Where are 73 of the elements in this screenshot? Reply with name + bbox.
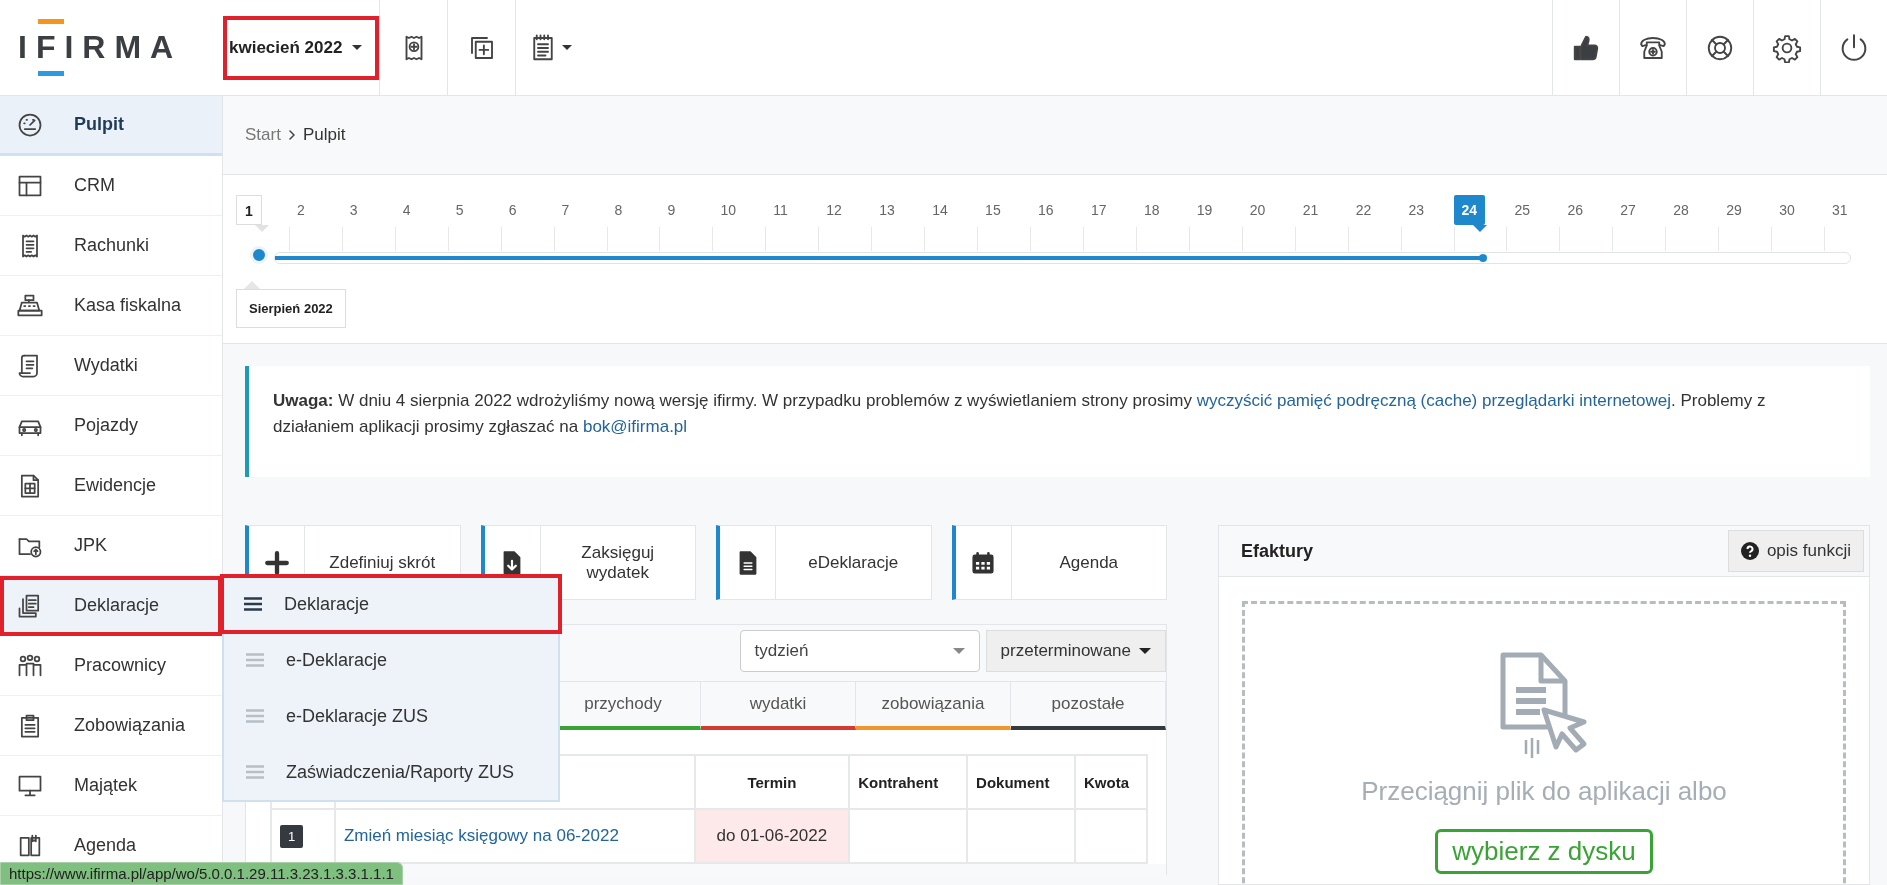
column-header: Kontrahent	[849, 755, 968, 809]
period-select[interactable]: tydzień	[739, 630, 980, 672]
day-label[interactable]: 2	[288, 194, 313, 225]
day-label[interactable]: 4	[394, 194, 419, 225]
file-cursor-icon	[1499, 652, 1589, 760]
list-icon	[246, 709, 264, 723]
plus-icon	[263, 549, 290, 576]
day-label[interactable]: 22	[1347, 194, 1380, 225]
day-label[interactable]: 19	[1188, 194, 1221, 225]
sidebar-item[interactable]: Deklaracje	[0, 576, 222, 636]
question-icon	[1740, 542, 1759, 560]
day-label[interactable]: 11	[765, 194, 796, 225]
day-label[interactable]: 6	[500, 194, 525, 225]
day-label[interactable]: 1	[236, 194, 262, 225]
caret-icon	[352, 45, 363, 50]
shortcut-button[interactable]: Agenda	[951, 525, 1167, 600]
drop-zone[interactable]: Przeciągnij plik do aplikacji albo wybierz z dysku	[1242, 601, 1846, 885]
list-icon	[246, 653, 264, 667]
day-label[interactable]: 29	[1718, 194, 1750, 225]
day-label[interactable]: 26	[1559, 194, 1591, 225]
deadline-cell: do 01-06-2022	[694, 809, 850, 863]
day-label[interactable]: 12	[818, 194, 850, 225]
day-label[interactable]: 27	[1612, 194, 1644, 225]
day-label[interactable]: 3	[341, 194, 366, 225]
email-link[interactable]: bok@ifirma.pl	[582, 416, 688, 436]
day-label[interactable]: 25	[1506, 194, 1538, 225]
day-label[interactable]: 14	[924, 194, 956, 225]
day-label[interactable]: 15	[977, 194, 1009, 225]
caret-icon	[1139, 648, 1151, 654]
period-selector[interactable]: kwiecień 2022	[223, 15, 379, 80]
day-label[interactable]: 13	[871, 194, 903, 225]
settings-icon	[1772, 32, 1802, 63]
day-label[interactable]: 24	[1453, 194, 1486, 225]
caret-icon	[952, 648, 965, 654]
day-label[interactable]: 9	[659, 194, 684, 225]
pointer-arrow	[1472, 224, 1487, 232]
day-label[interactable]: 20	[1241, 194, 1274, 225]
day-label[interactable]: 23	[1400, 194, 1433, 225]
day-label[interactable]: 16	[1030, 194, 1062, 225]
shortcut-button[interactable]: eDeklaracje	[716, 525, 932, 600]
submenu-item[interactable]: Zaświadczenia/Raporty ZUS	[224, 744, 558, 800]
day-label[interactable]: 10	[712, 194, 744, 225]
breadcrumb-current: Pulpit	[302, 124, 346, 145]
pointer-arrow	[255, 224, 270, 232]
cache-link[interactable]: wyczyścić pamięć podręczną (cache) przeglądarki internetowej	[1196, 391, 1671, 410]
start-date-label: Sierpień 2022	[236, 288, 346, 328]
caret-icon	[561, 45, 572, 50]
day-label[interactable]: 18	[1135, 194, 1168, 225]
drop-hint: Przeciągnij plik do aplikacji albo	[1361, 776, 1727, 807]
day-label[interactable]: 21	[1294, 194, 1327, 225]
day-label[interactable]: 8	[606, 194, 631, 225]
slider-handle[interactable]	[250, 245, 268, 264]
day-label[interactable]: 7	[553, 194, 578, 225]
list-icon	[244, 597, 262, 611]
day-label[interactable]: 17	[1082, 194, 1115, 225]
status-url-tooltip: https://www.ifirma.pl/app/wo/5.0.0.1.29.11.3.23.1.3.3.1.1.1	[0, 862, 403, 885]
breadcrumb-link[interactable]: Start	[245, 124, 281, 145]
row-number: 1	[280, 824, 304, 848]
chevron-icon	[286, 129, 297, 140]
day-label[interactable]: 31	[1824, 194, 1856, 225]
help-button[interactable]: opis funkcji	[1727, 530, 1864, 572]
upload-button[interactable]: wybierz z dysku	[1435, 829, 1653, 874]
day-label[interactable]: 5	[447, 194, 472, 225]
column-header: Kwota	[1075, 755, 1147, 809]
day-label[interactable]: 28	[1665, 194, 1697, 225]
calendar-icon	[970, 549, 996, 576]
notice-text: Uwaga: W dniu 4 sierpnia 2022 wdrożyliśmy nową wersję ifirmy. W przypadku problemów z wyświetlaniem strony prosimy wyczyścić pamięć podręczną (cache) przeglądarki internetowej. Problemy z działaniem aplikacji prosimy zgłaszać na bok@ifirma.pl	[273, 390, 1767, 438]
day-label[interactable]: 30	[1771, 194, 1803, 225]
panel-title: Efaktury	[1241, 540, 1314, 562]
list-icon	[246, 765, 264, 779]
column-header: Dokument	[967, 755, 1075, 809]
filter-dropdown[interactable]: przeterminowane	[985, 630, 1166, 672]
sidebar-item[interactable]: Pulpit	[0, 96, 222, 156]
